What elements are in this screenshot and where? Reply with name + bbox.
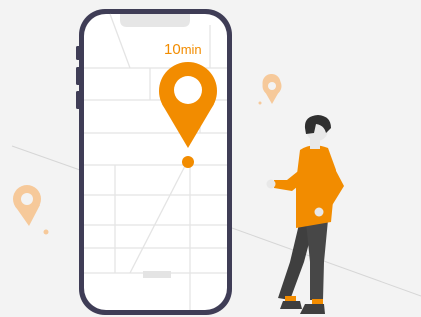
- phone-screen: [84, 14, 227, 310]
- person-icon: [266, 115, 344, 314]
- phone-icon: [76, 9, 232, 315]
- destination-dot: [182, 156, 194, 168]
- illustration-canvas: [11, 9, 421, 315]
- delivery-illustration: 10min: [0, 0, 421, 317]
- eta-unit: min: [180, 42, 202, 57]
- eta-label: 10min: [164, 41, 202, 59]
- phone-notch: [120, 14, 190, 27]
- home-indicator: [143, 271, 171, 278]
- small-pin-right-icon: [258, 74, 282, 105]
- small-pin-left-icon: [13, 185, 49, 235]
- eta-value: 10: [164, 41, 181, 58]
